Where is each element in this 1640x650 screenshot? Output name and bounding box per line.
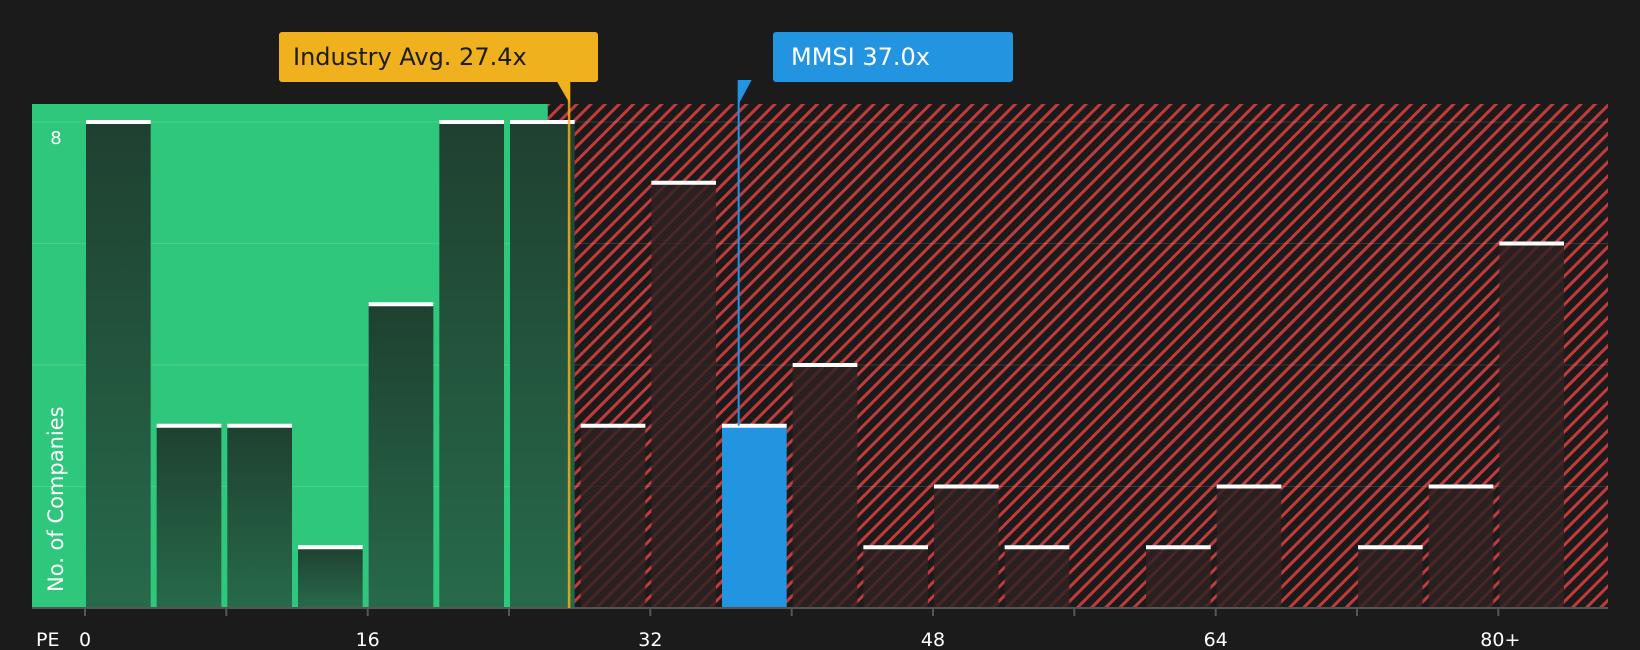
histogram-bar bbox=[298, 547, 363, 608]
bar-cap bbox=[86, 120, 151, 124]
histogram-bar bbox=[156, 425, 222, 608]
histogram-bar bbox=[651, 182, 716, 608]
histogram-bar bbox=[439, 122, 504, 608]
y-tick-label: 8 bbox=[50, 128, 61, 149]
histogram-bar bbox=[863, 547, 928, 608]
histogram-bar bbox=[1146, 547, 1211, 608]
bar-cap bbox=[1358, 545, 1423, 550]
company-callout-pointer bbox=[738, 80, 752, 104]
histogram-bar bbox=[934, 486, 999, 608]
x-tick-label: 0 bbox=[79, 629, 91, 650]
histogram-bar bbox=[1499, 243, 1564, 608]
x-axis-label: PE bbox=[36, 629, 59, 650]
industry-callout-pointer bbox=[556, 80, 571, 104]
histogram-bar bbox=[1428, 486, 1494, 608]
bar-cap bbox=[1499, 241, 1564, 246]
histogram-bar bbox=[792, 365, 858, 608]
x-axis: 0 16 32 48 64 80+ bbox=[32, 607, 1608, 650]
bar-cap bbox=[1428, 484, 1494, 489]
bar-cap bbox=[298, 545, 363, 550]
bar-cap bbox=[368, 302, 434, 307]
company-pe-label: MMSI 37.0x bbox=[791, 43, 930, 71]
company-pe-callout: MMSI 37.0x bbox=[773, 32, 1013, 82]
bar-cap bbox=[1004, 545, 1070, 550]
bar-cap bbox=[722, 423, 787, 428]
bar-cap bbox=[580, 423, 646, 428]
highlighted-bar bbox=[722, 425, 787, 608]
histogram-bar bbox=[1004, 547, 1070, 608]
histogram-bar bbox=[580, 425, 646, 608]
bar-cap bbox=[439, 120, 504, 124]
bar-cap bbox=[510, 120, 575, 124]
histogram-bar bbox=[510, 122, 575, 608]
histogram-bar bbox=[1216, 486, 1282, 608]
y-axis-label: No. of Companies bbox=[44, 406, 68, 592]
bar-cap bbox=[1216, 484, 1282, 489]
bar-cap bbox=[156, 423, 222, 428]
histogram-bar bbox=[1358, 547, 1423, 608]
x-tick-label: 16 bbox=[356, 629, 380, 650]
industry-average-callout: Industry Avg. 27.4x bbox=[279, 32, 598, 82]
x-tick-label: 48 bbox=[921, 629, 945, 650]
x-tick-label: 64 bbox=[1204, 629, 1228, 650]
bar-cap bbox=[227, 423, 292, 428]
pe-distribution-chart: 0 16 32 48 64 80+ No. of Companies 8 PE bbox=[32, 80, 1608, 650]
bar-cap bbox=[792, 363, 858, 367]
industry-average-label: Industry Avg. 27.4x bbox=[293, 43, 527, 71]
bar-cap bbox=[934, 484, 999, 489]
bar-cap bbox=[863, 545, 928, 550]
histogram-bar bbox=[368, 304, 434, 608]
histogram-bar bbox=[227, 425, 292, 608]
bar-cap bbox=[1146, 545, 1211, 550]
x-tick-label: 80+ bbox=[1480, 629, 1520, 650]
bar-cap bbox=[651, 180, 716, 185]
x-tick-label: 32 bbox=[638, 629, 662, 650]
histogram-bar bbox=[86, 122, 151, 608]
